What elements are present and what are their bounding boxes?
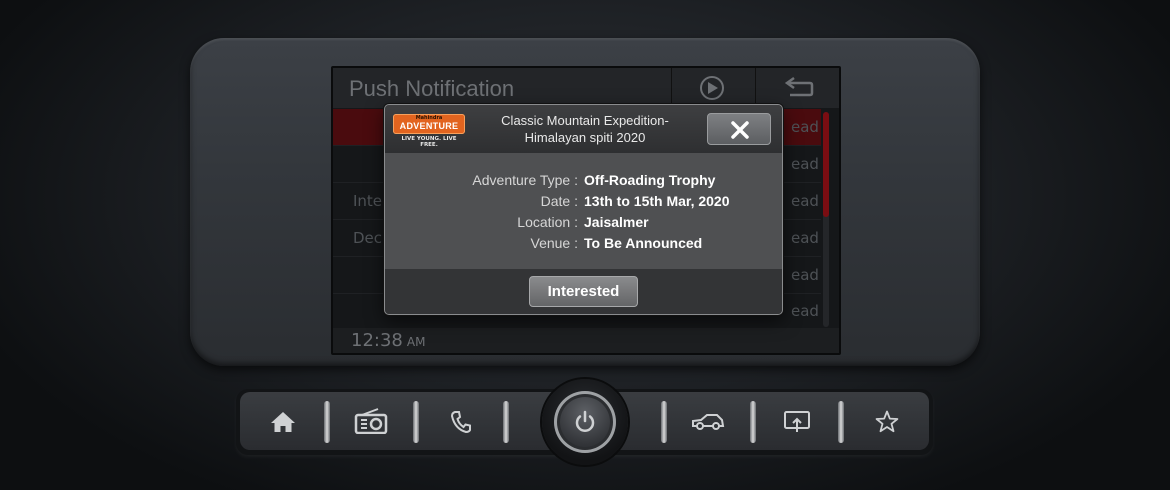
clock-time: 12:38 xyxy=(351,330,403,351)
list-item-label: Inte xyxy=(353,192,383,210)
dialog-body: Adventure Type : Off-Roading Trophy Date… xyxy=(385,153,782,269)
button-divider xyxy=(838,401,844,443)
home-icon xyxy=(271,412,295,432)
radio-icon xyxy=(354,408,388,434)
scrollbar-thumb[interactable] xyxy=(823,112,829,217)
detail-value: Off-Roading Trophy xyxy=(584,172,716,188)
list-item-status: ead xyxy=(791,192,819,210)
screen-title: Push Notification xyxy=(349,76,515,101)
detail-value: To Be Announced xyxy=(584,235,703,251)
list-item-label: Dec xyxy=(353,229,383,247)
detail-label: Venue : xyxy=(530,235,579,251)
list-item-status: ead xyxy=(791,229,819,247)
power-volume-knob[interactable] xyxy=(554,391,616,453)
detail-row-date: Date : 13th to 15th Mar, 2020 xyxy=(385,193,782,214)
play-icon xyxy=(700,76,724,100)
phone-icon xyxy=(451,411,471,433)
dialog-footer: Interested xyxy=(385,269,782,314)
detail-row-adventure-type: Adventure Type : Off-Roading Trophy xyxy=(385,172,782,193)
back-arrow-icon xyxy=(784,76,814,97)
dialog-header: Mahindra ADVENTURE LIVE YOUNG. LIVE FREE… xyxy=(385,105,782,154)
button-divider xyxy=(413,401,419,443)
detail-row-venue: Venue : To Be Announced xyxy=(385,235,782,256)
dialog-title: Classic Mountain Expedition- Himalayan s… xyxy=(477,112,693,146)
phone-button[interactable] xyxy=(420,392,502,450)
close-icon xyxy=(731,121,749,139)
detail-label: Location : xyxy=(517,214,578,230)
interested-button[interactable]: Interested xyxy=(529,276,638,307)
detail-value: Jaisalmer xyxy=(584,214,649,230)
favorite-button[interactable] xyxy=(845,392,927,450)
list-item-status: ead xyxy=(791,266,819,284)
clock-ampm: AM xyxy=(406,335,426,349)
projection-button[interactable] xyxy=(757,392,837,450)
detail-value: 13th to 15th Mar, 2020 xyxy=(584,193,730,209)
back-button[interactable] xyxy=(755,68,839,108)
star-icon xyxy=(875,410,899,433)
button-divider xyxy=(750,401,756,443)
dialog-title-line-1: Classic Mountain Expedition- xyxy=(501,113,669,128)
detail-label: Date : xyxy=(540,193,578,209)
close-button[interactable] xyxy=(707,113,771,145)
car-icon xyxy=(692,414,725,430)
radio-button[interactable] xyxy=(330,392,412,450)
dialog-title-line-2: Himalayan spiti 2020 xyxy=(524,130,646,145)
logo-badge: Mahindra ADVENTURE xyxy=(393,114,465,134)
vehicle-button[interactable] xyxy=(667,392,749,450)
screen-footer: 12:38 AM xyxy=(333,328,839,353)
mahindra-adventure-logo: Mahindra ADVENTURE LIVE YOUNG. LIVE FREE… xyxy=(393,114,465,148)
list-item-status: ead xyxy=(791,118,819,136)
list-item-status: ead xyxy=(791,302,819,320)
power-icon xyxy=(575,410,595,432)
clock: 12:38 AM xyxy=(351,330,425,351)
screen-header: Push Notification xyxy=(333,68,839,108)
list-scrollbar[interactable] xyxy=(823,112,829,327)
push-notification-dialog: Mahindra ADVENTURE LIVE YOUNG. LIVE FREE… xyxy=(384,104,783,315)
detail-label: Adventure Type : xyxy=(472,172,578,188)
list-item-status: ead xyxy=(791,155,819,173)
button-divider xyxy=(503,401,509,443)
detail-row-location: Location : Jaisalmer xyxy=(385,214,782,235)
screen-projection-icon xyxy=(784,411,810,432)
logo-main-text: ADVENTURE xyxy=(399,121,459,131)
home-button[interactable] xyxy=(244,392,324,450)
play-button[interactable] xyxy=(671,68,752,108)
logo-tagline: LIVE YOUNG. LIVE FREE. xyxy=(401,136,457,148)
